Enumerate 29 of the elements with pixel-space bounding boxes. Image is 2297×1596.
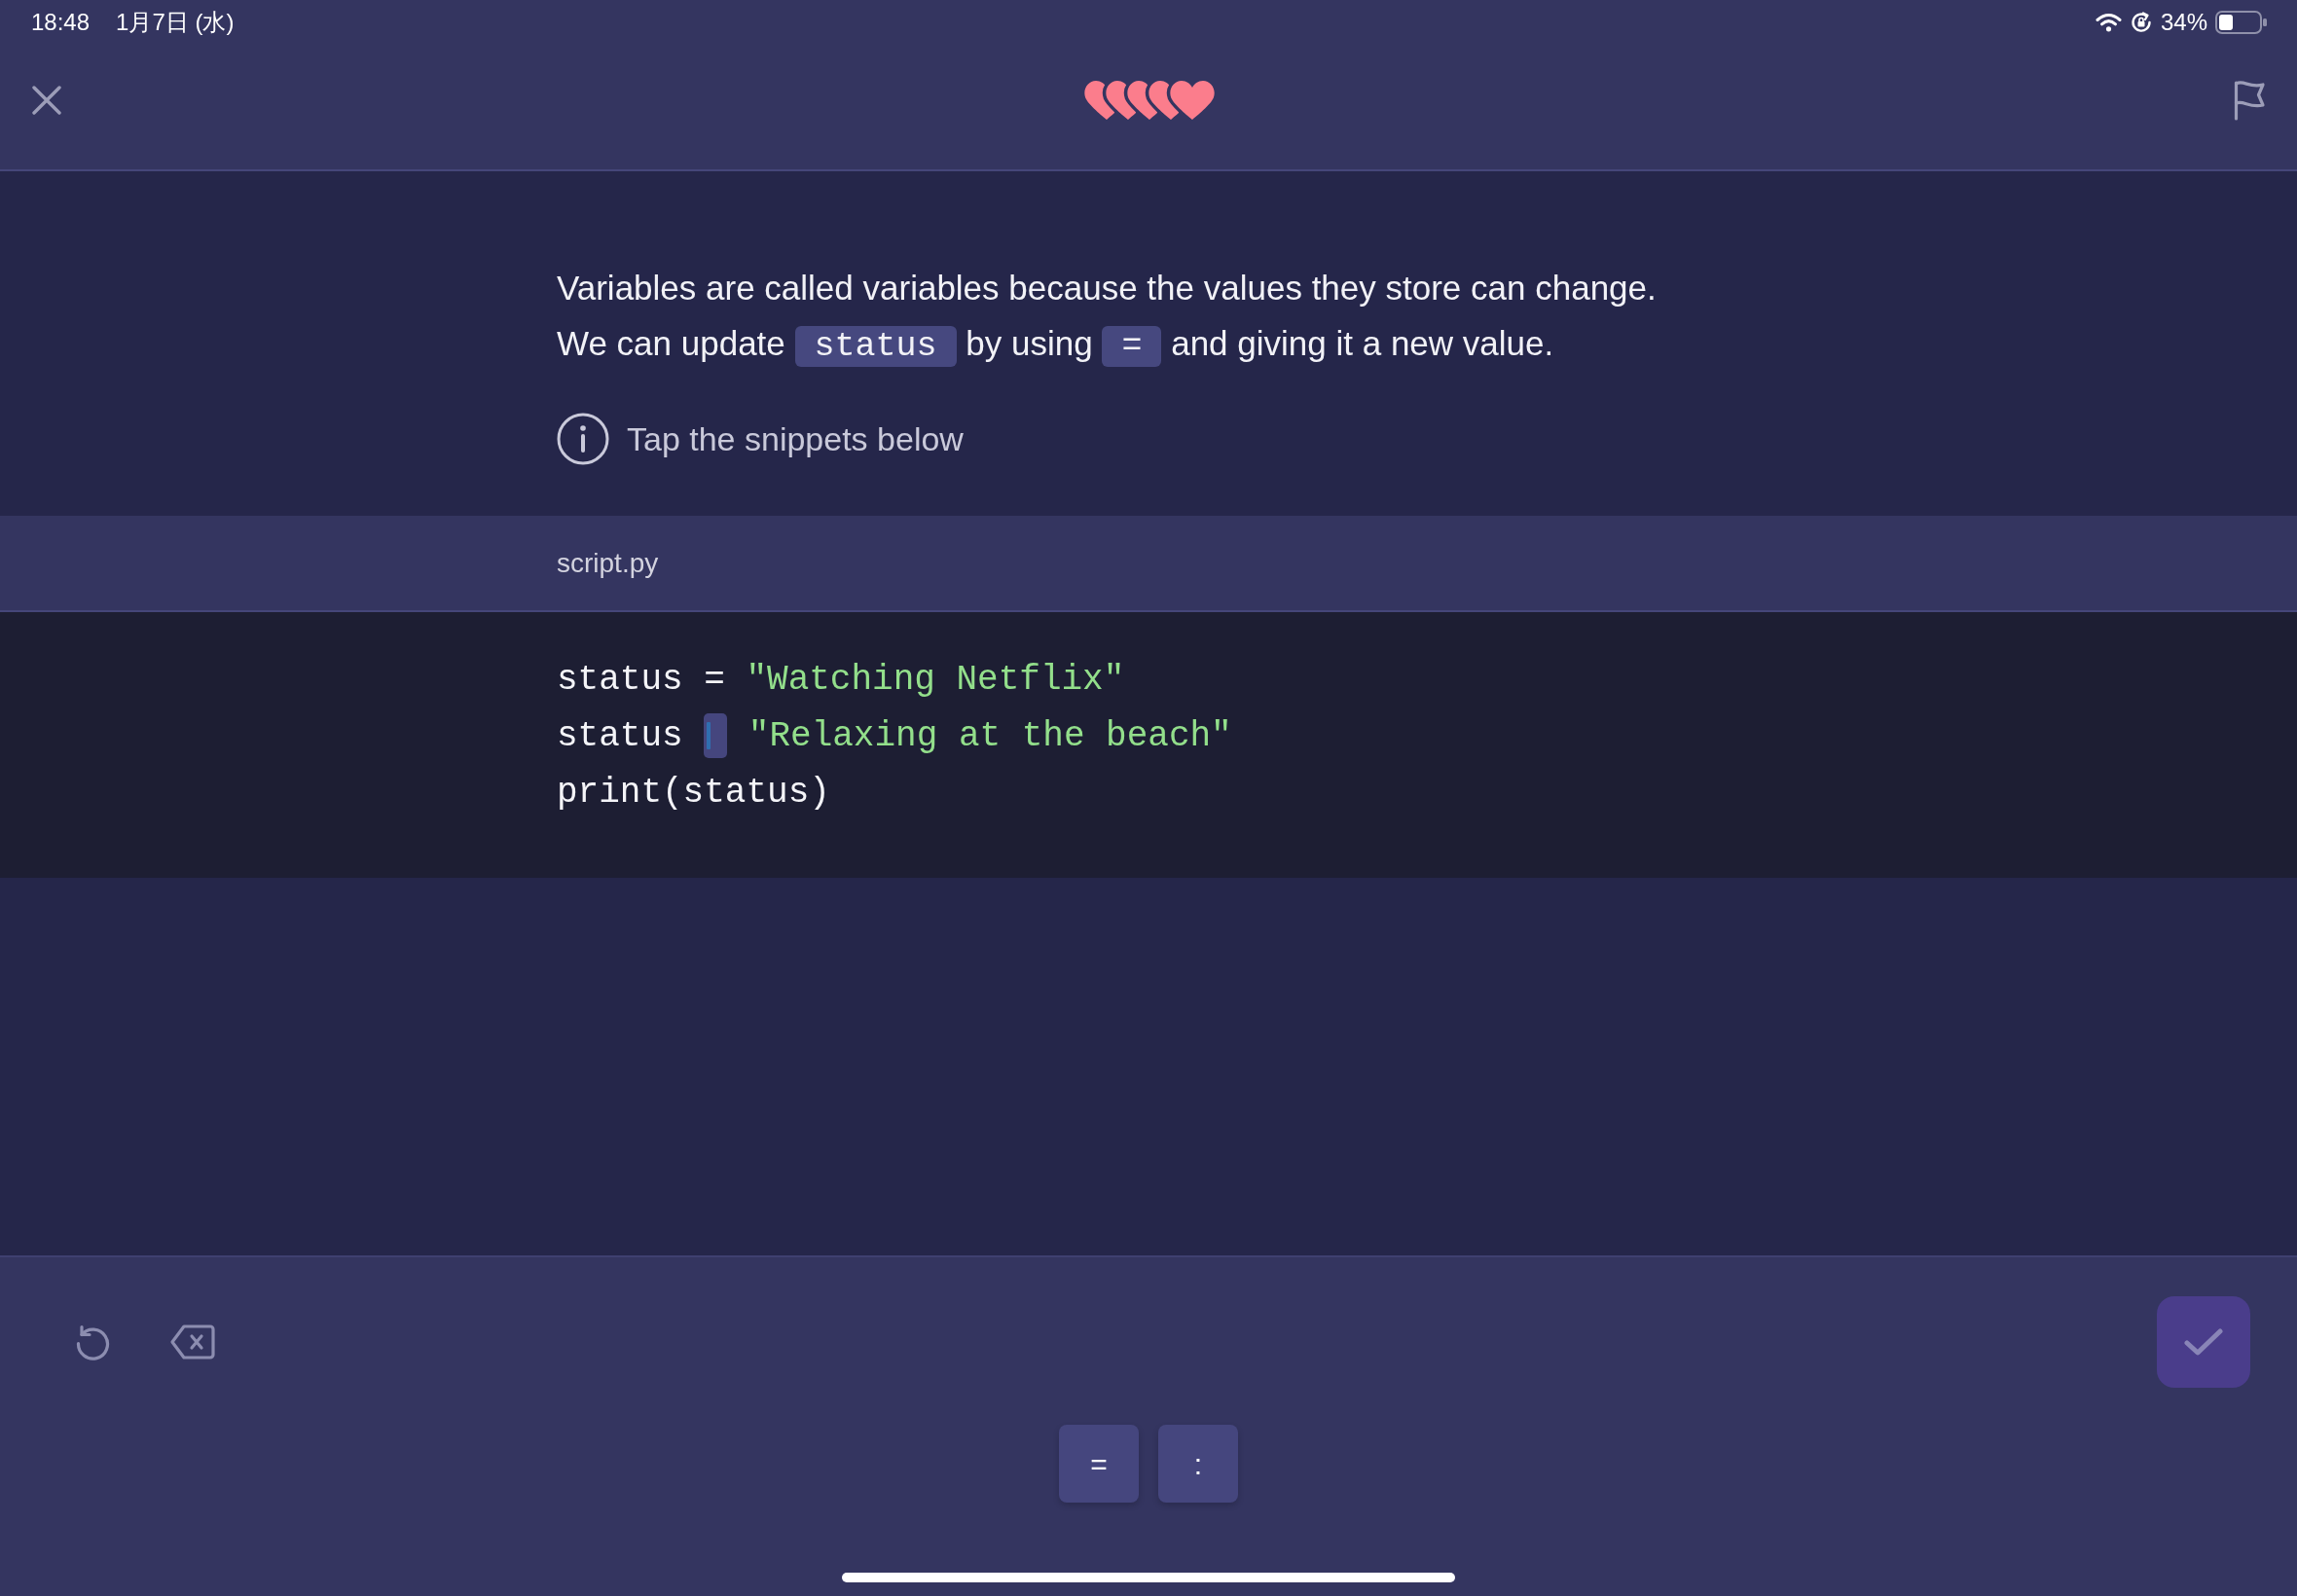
status-date: 1月7日 (水) (116, 8, 235, 37)
lesson-text: by using (966, 324, 1093, 362)
inline-code: = (1102, 325, 1162, 367)
status-time: 18:48 (31, 8, 91, 37)
lesson-text: We can update (557, 324, 785, 362)
code-text: = (704, 660, 725, 700)
text-cursor-icon (707, 722, 711, 750)
snippet-button[interactable]: = (1059, 1425, 1139, 1503)
wifi-icon (2095, 13, 2122, 32)
code-text: status (557, 716, 683, 756)
lesson-text: Variables are called variables because the values they store can change. (557, 269, 1657, 307)
snippet-button[interactable]: : (1158, 1425, 1238, 1503)
string-literal: "Relaxing at the beach" (747, 716, 1232, 756)
rotation-lock-icon (2129, 11, 2153, 34)
answer-slot[interactable] (704, 713, 728, 759)
code-text: print(status) (557, 773, 830, 813)
flag-icon[interactable] (2233, 80, 2266, 121)
close-icon[interactable] (32, 86, 61, 115)
inline-code: status (794, 325, 957, 367)
code-text: status (557, 660, 683, 700)
battery-percent: 34% (2160, 8, 2207, 37)
info-icon (557, 413, 609, 465)
lesson-text: and giving it a new value. (1171, 324, 1554, 362)
check-icon (2184, 1327, 2223, 1357)
backspace-icon[interactable] (170, 1324, 215, 1360)
battery-icon (2215, 11, 2268, 34)
string-literal: "Watching Netflix" (746, 660, 1125, 700)
file-name: script.py (557, 546, 659, 580)
hint-text: Tap the snippets below (627, 418, 964, 459)
